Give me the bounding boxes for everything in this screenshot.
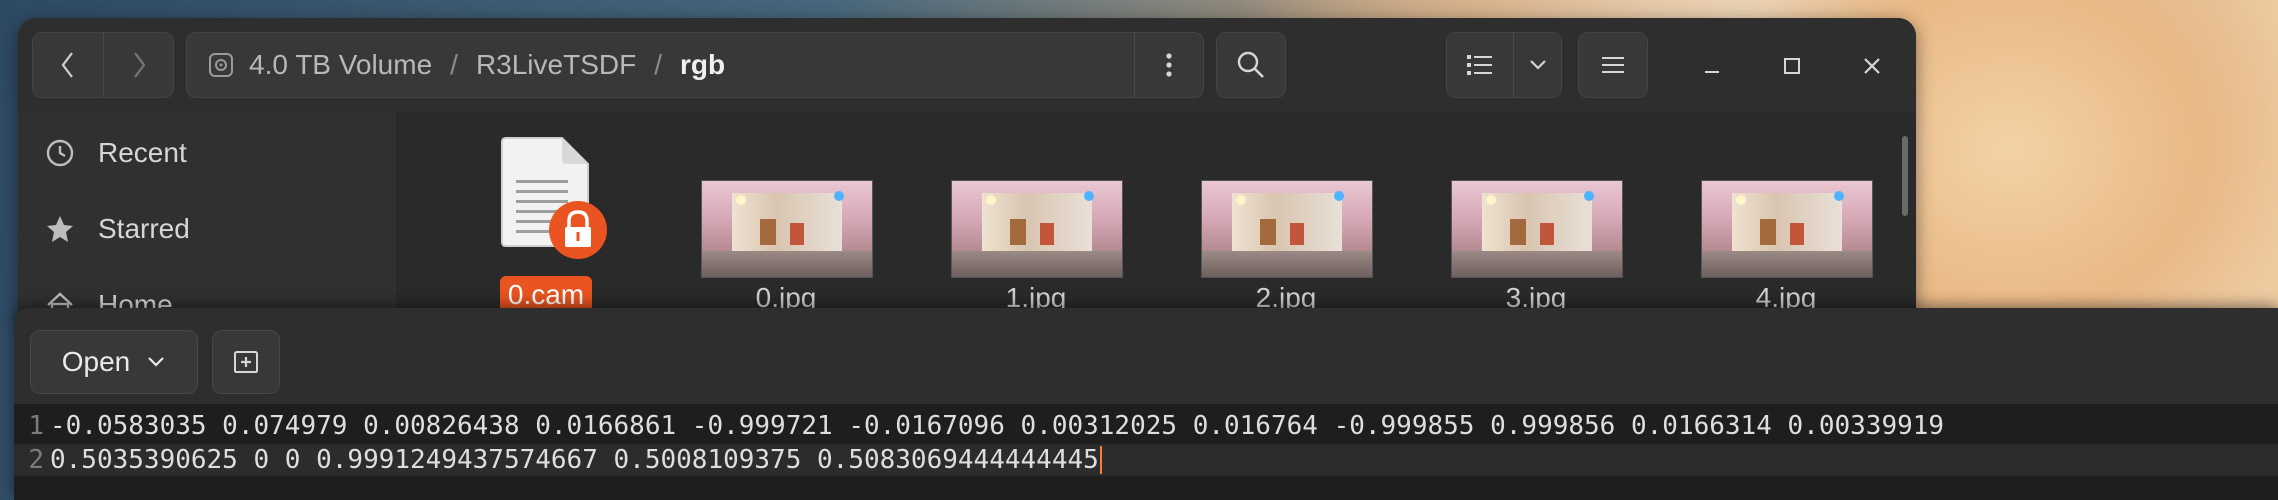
clock-icon: [42, 135, 78, 171]
new-tab-icon: [234, 351, 258, 373]
forward-button[interactable]: [104, 33, 173, 97]
sidebar-item-label: Recent: [98, 137, 187, 168]
new-tab-button[interactable]: [212, 330, 280, 394]
open-button[interactable]: Open: [30, 330, 198, 394]
maximize-icon: [1784, 58, 1800, 74]
breadcrumb-volume[interactable]: 4.0 TB Volume: [249, 49, 432, 81]
line-text: -0.0583035 0.074979 0.00826438 0.0166861…: [50, 411, 1945, 441]
line-number: 1: [28, 411, 44, 441]
chevron-down-icon: [148, 357, 165, 367]
path-menu-button[interactable]: [1134, 33, 1203, 97]
file-manager-window: 4.0 TB Volume / R3LiveTSDF / rgb Recent …: [18, 18, 1916, 328]
text-editor-window: Open 1 -0.0583035 0.074979 0.00826438 0.…: [14, 308, 2278, 500]
text-caret: [1099, 446, 1102, 474]
lock-icon: [548, 200, 608, 260]
drive-icon: [209, 53, 233, 77]
view-toggle-group: [1446, 32, 1562, 98]
image-thumbnail: [1201, 180, 1373, 278]
chevron-left-icon: [61, 52, 73, 78]
search-icon: [1237, 51, 1264, 78]
file-manager-headerbar: 4.0 TB Volume / R3LiveTSDF / rgb: [18, 18, 1916, 112]
close-button[interactable]: [1854, 48, 1890, 84]
breadcrumb: 4.0 TB Volume / R3LiveTSDF / rgb: [207, 33, 725, 97]
breadcrumb-folder[interactable]: R3LiveTSDF: [476, 49, 636, 81]
hamburger-menu-icon: [1602, 57, 1624, 73]
breadcrumb-separator: /: [654, 49, 662, 80]
view-options-button[interactable]: [1514, 33, 1561, 97]
sidebar-item-recent[interactable]: Recent: [42, 128, 187, 178]
maximize-button[interactable]: [1774, 48, 1810, 84]
back-button[interactable]: [33, 33, 103, 97]
main-menu-button[interactable]: [1578, 32, 1648, 98]
editor-line: 1 -0.0583035 0.074979 0.00826438 0.01668…: [14, 410, 2278, 442]
minimize-button[interactable]: [1694, 48, 1730, 84]
list-view-icon: [1467, 55, 1492, 75]
search-button[interactable]: [1216, 32, 1286, 98]
sidebar-item-label: Starred: [98, 213, 190, 244]
kebab-menu-icon: [1166, 53, 1172, 77]
scrollbar[interactable]: [1902, 136, 1908, 216]
editor-text-area[interactable]: 1 -0.0583035 0.074979 0.00826438 0.01668…: [14, 404, 2278, 500]
image-thumbnail: [951, 180, 1123, 278]
chevron-right-icon: [134, 52, 146, 78]
text-editor-headerbar: Open: [14, 308, 2278, 404]
path-bar[interactable]: 4.0 TB Volume / R3LiveTSDF / rgb: [186, 32, 1204, 98]
navigation-buttons: [32, 32, 174, 98]
file-grid: 0.cam 0.jpg 1.jpg 2.jpg 3.jpg 4.jpg: [396, 112, 1916, 328]
line-number: 2: [28, 445, 44, 475]
star-icon: [42, 211, 78, 247]
image-thumbnail: [1451, 180, 1623, 278]
close-icon: [1864, 58, 1880, 74]
editor-line-current: 2 0.5035390625 0 0 0.9991249437574667 0.…: [14, 444, 2278, 476]
sidebar-item-starred[interactable]: Starred: [42, 204, 190, 254]
list-view-button[interactable]: [1447, 33, 1513, 97]
breadcrumb-current[interactable]: rgb: [680, 49, 725, 81]
image-thumbnail: [701, 180, 873, 278]
sidebar: Recent Starred Home: [18, 112, 397, 328]
open-button-label: Open: [61, 346, 131, 377]
minimize-icon: [1705, 71, 1719, 73]
chevron-down-icon: [1529, 60, 1546, 70]
breadcrumb-separator: /: [450, 49, 458, 80]
line-text: 0.5035390625 0 0 0.9991249437574667 0.50…: [50, 445, 1099, 475]
image-thumbnail: [1701, 180, 1873, 278]
